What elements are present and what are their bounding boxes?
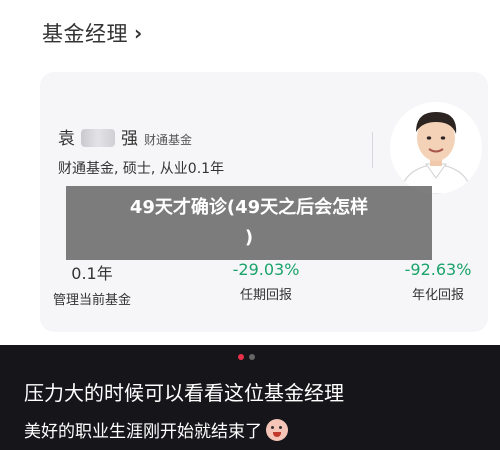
stat-tenure-return: -29.03% 任期回报 xyxy=(216,260,316,303)
caption-subtitle: 美好的职业生涯刚开始就结束了 xyxy=(24,417,288,442)
stat-label: 年化回报 xyxy=(411,288,464,303)
chevron-right-icon: › xyxy=(134,21,143,45)
vertical-divider xyxy=(372,132,373,168)
stat-value: -29.03% xyxy=(232,260,300,279)
section-title: 基金经理 xyxy=(42,22,128,46)
caption-title: 压力大的时候可以看看这位基金经理 xyxy=(24,381,344,405)
headline-overlay: 49天才确诊(49天之后会怎样 ) xyxy=(66,186,432,260)
caption-subtitle-text: 美好的职业生涯刚开始就结束了 xyxy=(24,422,262,442)
stat-value: 0.1年 xyxy=(71,264,113,283)
avatar xyxy=(390,102,482,194)
overlay-line-2: ) xyxy=(244,227,254,248)
carousel-dot[interactable] xyxy=(249,354,255,360)
carousel-dot-active[interactable] xyxy=(238,354,244,360)
manager-details: 财通基金, 硕士, 从业0.1年 xyxy=(58,161,225,177)
manager-portrait-icon xyxy=(390,102,482,194)
carousel-indicator[interactable] xyxy=(238,354,255,360)
stat-tenure: 0.1年 管理当前基金 xyxy=(42,260,142,308)
manager-company: 财通基金 xyxy=(144,133,193,147)
stat-annual-return: -92.63% 年化回报 xyxy=(388,260,488,303)
fund-manager-screenshot: 基金经理 › 袁 强 财通基金 财通基金, 硕士, 从业0.1年 0.1年 管理… xyxy=(0,0,500,345)
caption-panel: 压力大的时候可以看看这位基金经理 美好的职业生涯刚开始就结束了 xyxy=(0,345,500,450)
manager-name-start: 袁 xyxy=(58,129,75,149)
redaction-blur xyxy=(81,129,115,147)
stat-label: 任期回报 xyxy=(239,288,292,303)
stat-label: 管理当前基金 xyxy=(52,293,131,308)
crying-face-icon xyxy=(266,418,288,441)
manager-name-row: 袁 强 财通基金 xyxy=(58,124,192,149)
manager-name-end: 强 xyxy=(121,129,138,149)
section-header[interactable]: 基金经理 › xyxy=(42,18,142,48)
stat-value: -92.63% xyxy=(404,260,472,279)
overlay-line-1: 49天才确诊(49天之后会怎样 xyxy=(129,197,369,218)
